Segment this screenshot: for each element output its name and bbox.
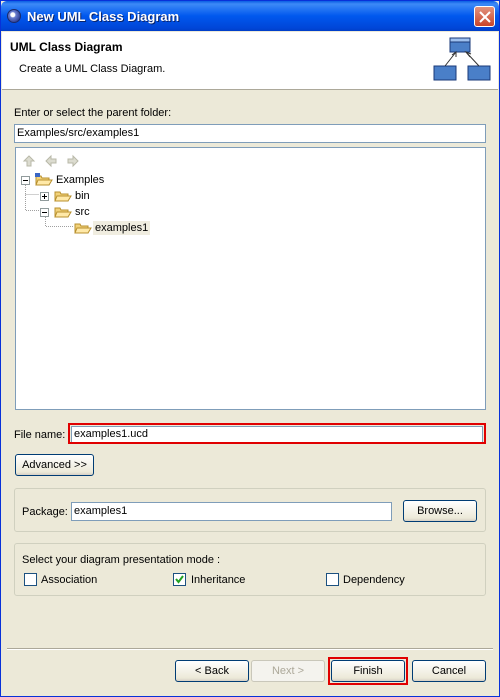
browse-button[interactable]: Browse... bbox=[403, 500, 477, 522]
eclipse-icon bbox=[7, 9, 21, 23]
tree-item-label: src bbox=[75, 206, 90, 218]
button-separator bbox=[7, 648, 493, 650]
folder-open-icon bbox=[74, 223, 92, 234]
tree-item-examples[interactable]: Examples bbox=[16, 173, 156, 187]
folder-tree[interactable]: Examples bin src examples1 bbox=[15, 147, 486, 410]
close-button[interactable] bbox=[474, 6, 495, 27]
tree-item-label: bin bbox=[75, 190, 90, 202]
package-label: Package: bbox=[22, 506, 68, 518]
file-name-label: File name: bbox=[14, 429, 66, 441]
back-button[interactable]: < Back bbox=[175, 660, 249, 682]
inheritance-checkbox[interactable] bbox=[173, 573, 186, 586]
title-bar[interactable]: New UML Class Diagram bbox=[1, 1, 499, 31]
collapse-toggle[interactable] bbox=[21, 176, 30, 185]
dependency-checkbox[interactable] bbox=[326, 573, 339, 586]
tree-item-src[interactable]: src bbox=[16, 205, 156, 219]
cancel-button[interactable]: Cancel bbox=[412, 660, 486, 682]
project-folder-open-icon bbox=[35, 173, 53, 186]
dialog-window: New UML Class Diagram UML Class Diagram … bbox=[0, 0, 500, 697]
file-name-highlight bbox=[68, 423, 486, 444]
close-icon bbox=[479, 11, 491, 23]
package-group: Package: examples1 Browse... bbox=[14, 488, 486, 532]
next-button[interactable]: Next > bbox=[251, 660, 325, 682]
folder-open-icon bbox=[54, 207, 72, 218]
presentation-mode-group: Select your diagram presentation mode : … bbox=[14, 543, 486, 596]
association-label: Association bbox=[41, 574, 98, 586]
package-input[interactable]: examples1 bbox=[71, 502, 392, 521]
checkmark-icon bbox=[175, 575, 184, 584]
inheritance-label: Inheritance bbox=[191, 574, 246, 586]
dependency-label: Dependency bbox=[343, 574, 405, 586]
association-checkbox[interactable] bbox=[24, 573, 37, 586]
window-title: New UML Class Diagram bbox=[27, 9, 180, 24]
presentation-mode-label: Select your diagram presentation mode : bbox=[22, 554, 221, 566]
header-title: UML Class Diagram bbox=[10, 40, 123, 54]
advanced-button[interactable]: Advanced >> bbox=[15, 454, 94, 476]
header-description: Create a UML Class Diagram. bbox=[19, 63, 166, 75]
parent-folder-input[interactable]: Examples/src/examples1 bbox=[14, 124, 486, 143]
class-diagram-icon bbox=[433, 37, 491, 81]
finish-highlight bbox=[328, 657, 408, 685]
tree-item-label: examples1 bbox=[93, 221, 151, 235]
tree-item-examples1[interactable]: examples1 bbox=[16, 221, 176, 235]
tree-item-label: Examples bbox=[56, 174, 105, 186]
collapse-toggle[interactable] bbox=[40, 208, 49, 217]
parent-folder-label: Enter or select the parent folder: bbox=[14, 107, 172, 119]
expand-toggle[interactable] bbox=[40, 192, 49, 201]
folder-icon bbox=[54, 191, 72, 202]
tree-item-bin[interactable]: bin bbox=[16, 189, 156, 203]
wizard-header: UML Class Diagram Create a UML Class Dia… bbox=[2, 32, 498, 90]
